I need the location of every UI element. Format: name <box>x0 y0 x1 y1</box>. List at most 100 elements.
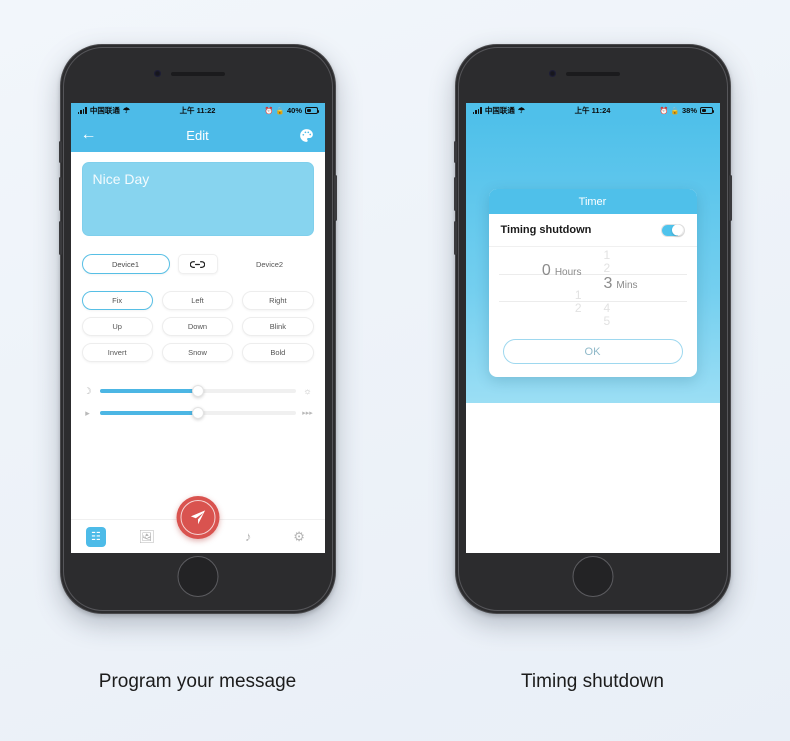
ok-button-wrap: OK <box>489 329 697 377</box>
speed-fill <box>99 411 198 415</box>
sliders-section: ☽ ☼ ▸ ▸▸▸ <box>82 380 314 424</box>
volume-up-button[interactable] <box>453 177 457 211</box>
timer-dialog-title: Timer <box>488 189 697 214</box>
phone-top-bezel <box>61 45 335 105</box>
toggle-knob <box>671 224 683 236</box>
timing-shutdown-label: Timing shutdown <box>500 224 592 236</box>
battery-icon <box>304 107 319 114</box>
effect-right[interactable]: Right <box>242 291 314 310</box>
phone-frame-1: 中国联通 ☂ 上午 11:22 ⏰ 🔒 40% ← Edit Nice Day … <box>58 44 337 614</box>
mins-ghost-above-1: 1 <box>603 247 611 262</box>
timing-shutdown-toggle[interactable] <box>660 223 685 237</box>
screen-white-area <box>465 403 720 553</box>
caption-program-message: Program your message <box>98 671 297 692</box>
speed-knob[interactable] <box>191 407 204 419</box>
power-button[interactable] <box>728 175 732 221</box>
front-camera <box>548 70 556 77</box>
effect-invert[interactable]: Invert <box>81 343 153 362</box>
sun-icon: ☼ <box>303 386 312 396</box>
mins-ghost-above-2: 2 <box>603 260 611 275</box>
tab-music[interactable]: ♪ <box>223 529 274 544</box>
mins-unit: Mins <box>616 279 638 291</box>
moon-icon: ☽ <box>83 385 92 396</box>
effect-down[interactable]: Down <box>161 317 234 336</box>
speed-slider[interactable] <box>99 407 296 419</box>
link-icon[interactable] <box>177 254 218 274</box>
device2-button[interactable]: Device2 <box>225 254 314 274</box>
gear-icon: ⚙ <box>293 528 305 544</box>
power-button[interactable] <box>333 175 337 221</box>
effect-blink[interactable]: Blink <box>242 317 314 336</box>
play-icon: ▸ <box>85 407 90 418</box>
battery-percent-label: 40% <box>286 106 302 115</box>
image-icon: 🖼 <box>138 528 155 544</box>
page-title: Edit <box>186 127 209 143</box>
brightness-fill <box>99 389 198 393</box>
volume-down-button[interactable] <box>58 221 62 255</box>
phone-top-bezel <box>456 45 730 105</box>
volume-up-button[interactable] <box>58 177 62 211</box>
device-selector-row: Device1 Device2 <box>81 254 314 274</box>
brightness-knob[interactable] <box>191 385 204 397</box>
rotation-lock-icon: 🔒 <box>275 107 285 115</box>
battery-percent-label: 38% <box>681 106 697 115</box>
back-arrow-icon[interactable]: ← <box>81 127 101 143</box>
ok-button[interactable]: OK <box>502 339 683 364</box>
brightness-slider-row: ☽ ☼ <box>82 380 314 402</box>
effects-grid: Fix Left Right Up Down Blink Invert Snow… <box>81 291 314 362</box>
effect-fix[interactable]: Fix <box>81 291 153 310</box>
volume-down-button[interactable] <box>453 221 457 255</box>
effect-up[interactable]: Up <box>81 317 153 336</box>
hours-ghost-below-1: 1 <box>574 287 582 302</box>
tab-settings[interactable]: ⚙ <box>274 529 325 545</box>
hours-selected: 0 Hours <box>542 262 582 289</box>
caption-timing-shutdown: Timing shutdown <box>521 671 664 692</box>
alarm-icon: ⏰ <box>264 107 274 115</box>
mins-column[interactable]: 1 2 3 Mins 4 5 <box>584 247 697 329</box>
panel-timing-shutdown: 中国联通 ☂ 上午 11:24 ⏰ 🔒 38% Timer Timing shu… <box>395 0 790 741</box>
edit-body: Nice Day Device1 Device2 Fix Left Right … <box>70 152 325 553</box>
mins-value: 3 <box>603 274 613 292</box>
effect-left[interactable]: Left <box>161 291 234 310</box>
earpiece-speaker <box>170 72 225 76</box>
duration-picker[interactable]: 0 Hours 1 2 1 2 3 Mins 4 5 <box>489 247 697 329</box>
mute-switch[interactable] <box>58 141 62 163</box>
earpiece-speaker <box>565 72 620 76</box>
comparison-stage: 中国联通 ☂ 上午 11:22 ⏰ 🔒 40% ← Edit Nice Day … <box>0 0 790 741</box>
hours-column[interactable]: 0 Hours 1 2 <box>489 247 584 329</box>
rotation-lock-icon: 🔒 <box>670 107 680 115</box>
device1-button[interactable]: Device1 <box>81 254 170 274</box>
message-input[interactable]: Nice Day <box>81 162 314 236</box>
status-right: ⏰ 🔒 40% <box>264 106 319 115</box>
phone-screen-2: 中国联通 ☂ 上午 11:24 ⏰ 🔒 38% Timer Timing shu… <box>465 103 720 553</box>
music-note-icon: ♪ <box>245 529 252 544</box>
front-camera <box>153 70 161 77</box>
mins-ghost-below-2: 5 <box>603 313 611 328</box>
effect-bold[interactable]: Bold <box>242 343 314 362</box>
battery-icon <box>699 107 714 114</box>
timer-dialog: Timer Timing shutdown 0 Hours 1 2 1 2 3 … <box>488 189 697 377</box>
text-document-icon: ☷ <box>85 526 106 547</box>
alarm-icon: ⏰ <box>659 107 669 115</box>
speed-slider-row: ▸ ▸▸▸ <box>82 402 314 424</box>
fast-forward-icon: ▸▸▸ <box>302 410 313 417</box>
send-button[interactable] <box>176 496 219 539</box>
palette-icon[interactable] <box>295 127 315 144</box>
home-button[interactable] <box>177 556 218 597</box>
home-button[interactable] <box>572 556 613 597</box>
brightness-slider[interactable] <box>99 385 296 397</box>
mins-selected: 3 Mins <box>604 275 638 302</box>
hours-value: 0 <box>541 261 551 279</box>
hours-ghost-below-2: 2 <box>574 300 582 315</box>
tab-image[interactable]: 🖼 <box>121 529 172 545</box>
status-right: ⏰ 🔒 38% <box>659 106 714 115</box>
phone-frame-2: 中国联通 ☂ 上午 11:24 ⏰ 🔒 38% Timer Timing shu… <box>453 44 732 614</box>
status-bar-2: 中国联通 ☂ 上午 11:24 ⏰ 🔒 38% <box>465 103 720 118</box>
panel-program-message: 中国联通 ☂ 上午 11:22 ⏰ 🔒 40% ← Edit Nice Day … <box>0 0 395 741</box>
effect-snow[interactable]: Snow <box>161 343 234 362</box>
nav-bar-edit: ← Edit <box>70 118 325 152</box>
tab-text[interactable]: ☷ <box>71 526 122 547</box>
mute-switch[interactable] <box>453 141 457 163</box>
mins-ghost-below-1: 4 <box>603 300 611 315</box>
hours-unit: Hours <box>554 266 582 278</box>
